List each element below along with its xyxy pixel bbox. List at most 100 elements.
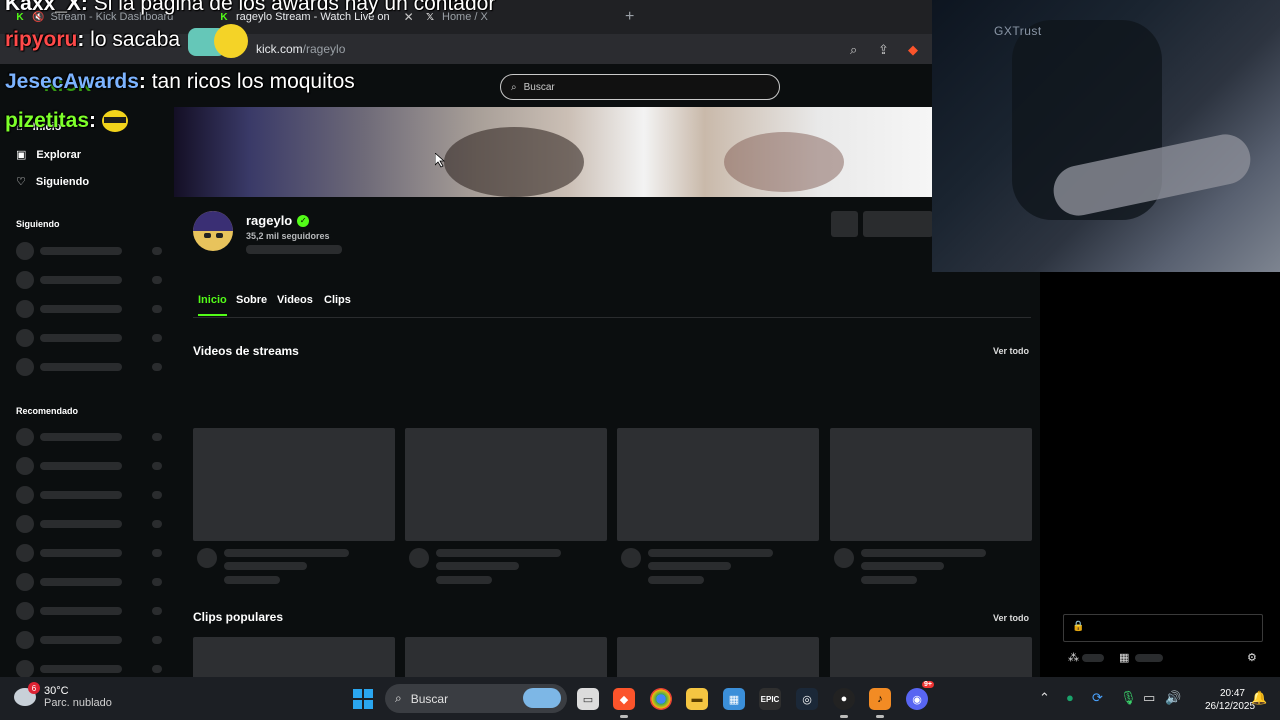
channel-name-text: rageylo bbox=[246, 213, 293, 228]
obs-icon[interactable]: ● bbox=[833, 688, 855, 718]
taskbar-search[interactable]: ⌕ Buscar bbox=[385, 684, 567, 713]
section-title-clips: Clips populares bbox=[193, 610, 284, 624]
following-heading: Siguiendo bbox=[16, 219, 60, 229]
share-icon[interactable]: ⇪ bbox=[878, 42, 889, 58]
skeleton-row bbox=[16, 544, 164, 562]
chat-text: Si la pagina de los awards hay un contad… bbox=[93, 0, 496, 15]
weather-condition: Parc. nublado bbox=[44, 697, 112, 709]
clip-card[interactable] bbox=[193, 637, 395, 677]
gear-icon[interactable]: ⚙ bbox=[1247, 651, 1257, 664]
recommended-heading: Recomendado bbox=[16, 406, 79, 416]
channel-main: rageylo ✓ 35,2 mil seguidores Inicio Sob… bbox=[174, 197, 1040, 677]
weather-badge: 6 bbox=[28, 682, 40, 694]
chrome-icon[interactable] bbox=[650, 688, 672, 710]
tab-inicio[interactable]: Inicio bbox=[198, 294, 227, 316]
skeleton-row bbox=[16, 573, 164, 591]
search-icon: ⌕ bbox=[395, 691, 402, 705]
clip-card[interactable] bbox=[617, 637, 819, 677]
chat-message: Kaxx_X: Si la pagina de los awards hay u… bbox=[5, 0, 495, 16]
sidebar-item-label: Siguiendo bbox=[35, 175, 90, 188]
sidebar-item-siguiendo[interactable]: ♡ Siguiendo bbox=[16, 175, 90, 189]
skeleton-row bbox=[16, 486, 164, 504]
emote-icon[interactable]: ⁂ bbox=[1068, 651, 1079, 664]
zoom-icon[interactable]: ⌕ bbox=[850, 42, 857, 58]
skeleton-row bbox=[16, 457, 164, 475]
search-input[interactable]: ⌕ Buscar bbox=[500, 74, 780, 100]
epic-games-icon[interactable]: EPIC bbox=[759, 688, 781, 710]
brave-shield-icon[interactable]: ◆ bbox=[908, 42, 918, 58]
task-view-icon[interactable]: ▭ bbox=[577, 688, 599, 710]
sidebar-item-explorar[interactable]: ▣ Explorar bbox=[16, 148, 82, 162]
followers-count: 35,2 mil seguidores bbox=[246, 231, 330, 241]
brave-icon[interactable]: ◆ bbox=[613, 688, 635, 718]
verified-icon: ✓ bbox=[297, 214, 310, 227]
skeleton-follow-button[interactable] bbox=[863, 211, 933, 237]
weather-widget[interactable]: 6 30°C Parc. nublado bbox=[14, 682, 112, 709]
mouse-cursor-icon bbox=[435, 153, 445, 168]
chat-input[interactable]: 🔒 bbox=[1063, 614, 1263, 642]
fl-studio-icon[interactable]: ♪ bbox=[869, 688, 891, 718]
kick-page: ⌕ Buscar ⌂ Inicio ▣ Explorar ♡ Siguiendo… bbox=[0, 64, 1040, 678]
discord-icon[interactable]: ◉ 9+ bbox=[906, 681, 934, 710]
chat-username: Kaxx_X bbox=[5, 0, 81, 15]
chat-username: pizetitas bbox=[5, 109, 90, 132]
store-icon[interactable]: ▦ bbox=[1119, 651, 1129, 664]
see-all-videos-link[interactable]: Ver todo bbox=[993, 346, 1029, 356]
skeleton-row bbox=[16, 242, 164, 260]
address-bar[interactable]: kick.com/rageylo bbox=[256, 42, 345, 56]
skeleton-button[interactable] bbox=[831, 211, 858, 237]
taskbar-search-label: Buscar bbox=[410, 691, 449, 706]
tab-sobre[interactable]: Sobre bbox=[236, 294, 267, 314]
clip-card[interactable] bbox=[830, 637, 1032, 677]
store-icon[interactable]: ▦ bbox=[723, 688, 745, 710]
chat-message: JesecAwards: tan ricos los moquitos bbox=[5, 70, 355, 93]
sidebar-item-label: Explorar bbox=[36, 148, 82, 161]
chat-text: tan ricos los moquitos bbox=[151, 70, 355, 93]
search-highlight-icon bbox=[523, 688, 561, 708]
chat-username: JesecAwards bbox=[5, 70, 139, 93]
tab-clips[interactable]: Clips bbox=[324, 294, 351, 314]
skeleton-row bbox=[16, 271, 164, 289]
sunglasses-emote-icon bbox=[101, 110, 128, 133]
section-title-videos: Videos de streams bbox=[193, 344, 299, 358]
time: 20:47 bbox=[1219, 688, 1245, 699]
avatar[interactable] bbox=[193, 211, 233, 251]
chat-text: lo sacaba bbox=[90, 28, 181, 51]
lock-icon: 🔒 bbox=[1072, 621, 1085, 632]
skeleton-row bbox=[16, 515, 164, 533]
channel-name: rageylo ✓ bbox=[246, 213, 310, 228]
see-all-clips-link[interactable]: Ver todo bbox=[993, 613, 1029, 623]
search-placeholder: Buscar bbox=[523, 81, 555, 93]
skeleton-line bbox=[1135, 654, 1163, 662]
chat-emote-image bbox=[188, 24, 254, 62]
new-tab-button[interactable]: + bbox=[625, 8, 634, 26]
explore-icon: ▣ bbox=[16, 149, 27, 161]
skeleton-row bbox=[16, 631, 164, 649]
profile-tabs: Inicio Sobre Videos Clips bbox=[193, 294, 1031, 318]
clip-card[interactable] bbox=[405, 637, 607, 677]
skeleton-row bbox=[16, 602, 164, 620]
taskbar: 6 30°C Parc. nublado ⌕ Buscar ▭ ◆ ▬ ▦ EP… bbox=[0, 677, 1280, 720]
steam-icon[interactable]: ◎ bbox=[796, 688, 818, 710]
url-host: kick.com bbox=[256, 42, 303, 56]
microphone-icon[interactable]: 🎙 bbox=[1120, 690, 1137, 706]
tab-videos[interactable]: Videos bbox=[277, 294, 313, 314]
clock[interactable]: 20:47 26/12/2025 bbox=[1205, 687, 1256, 713]
skeleton-row bbox=[16, 329, 164, 347]
discord-badge: 9+ bbox=[922, 681, 934, 688]
notification-icon[interactable]: 🔔 bbox=[1251, 690, 1267, 706]
channel-banner bbox=[174, 107, 932, 197]
start-button[interactable] bbox=[353, 689, 373, 709]
sync-icon[interactable]: ⟳ bbox=[1092, 690, 1103, 706]
volume-icon[interactable]: 🔊 bbox=[1165, 690, 1181, 706]
chevron-up-icon[interactable]: ⌃ bbox=[1039, 690, 1050, 706]
chat-message: pizetitas: bbox=[5, 109, 128, 133]
chat-message: ripyoru: lo sacaba bbox=[5, 28, 181, 51]
date: 26/12/2025 bbox=[1205, 701, 1256, 712]
tray-app-icon[interactable]: ● bbox=[1066, 690, 1074, 705]
network-icon[interactable]: ▭ bbox=[1143, 690, 1155, 706]
cloud-icon: 6 bbox=[14, 682, 40, 706]
file-explorer-icon[interactable]: ▬ bbox=[686, 688, 708, 710]
search-icon: ⌕ bbox=[511, 81, 517, 93]
skeleton-line bbox=[1082, 654, 1104, 662]
